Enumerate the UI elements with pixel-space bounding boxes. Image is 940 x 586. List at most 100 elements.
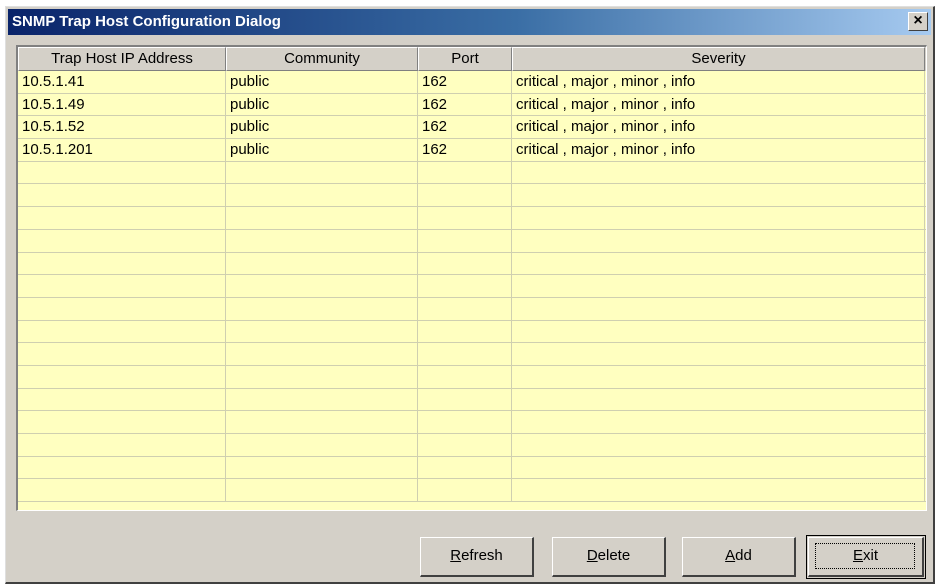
cell-ip: 10.5.1.52	[18, 116, 226, 139]
column-header-community[interactable]: Community	[226, 47, 418, 71]
empty-cell	[418, 161, 512, 184]
dialog-title: SNMP Trap Host Configuration Dialog	[12, 13, 281, 30]
cell-ip: 10.5.1.201	[18, 139, 226, 161]
empty-cell	[226, 456, 418, 479]
empty-table-row	[18, 411, 926, 434]
empty-cell	[226, 184, 418, 207]
empty-table-row	[18, 184, 926, 208]
empty-cell	[418, 297, 512, 320]
empty-table-row	[18, 479, 926, 503]
exit-button-default-frame: Exit	[806, 535, 926, 579]
empty-table-row	[18, 275, 926, 298]
empty-cell	[18, 479, 226, 502]
empty-cell	[512, 479, 925, 502]
refresh-button[interactable]: Refresh	[420, 537, 534, 577]
empty-table-row	[18, 207, 926, 230]
empty-cell	[418, 252, 512, 275]
empty-cell	[226, 320, 418, 343]
exit-button[interactable]: Exit	[808, 537, 924, 577]
empty-cell	[418, 184, 512, 207]
cell-port: 162	[418, 93, 512, 116]
empty-table-row	[18, 456, 926, 480]
refresh-label: efresh	[461, 547, 503, 564]
column-header-port[interactable]: Port	[418, 47, 512, 71]
empty-cell	[226, 411, 418, 433]
empty-cell	[18, 275, 226, 297]
empty-cell	[418, 388, 512, 411]
empty-cell	[418, 365, 512, 388]
empty-table-row	[18, 388, 926, 412]
table-row[interactable]: 10.5.1.41 public 162 critical , major , min…	[18, 71, 926, 94]
empty-cell	[418, 207, 512, 229]
empty-cell	[18, 456, 226, 479]
cell-community: public	[226, 139, 418, 161]
empty-cell	[226, 161, 418, 184]
add-button[interactable]: Add	[682, 537, 796, 577]
empty-cell	[18, 411, 226, 433]
close-button[interactable]: ×	[908, 12, 928, 31]
table-row[interactable]: 10.5.1.201 public 162 critical , major , mi…	[18, 139, 926, 162]
empty-cell	[18, 252, 226, 275]
title-bar[interactable]: SNMP Trap Host Configuration Dialog ×	[8, 9, 931, 35]
empty-cell	[226, 229, 418, 252]
empty-cell	[418, 320, 512, 343]
empty-cell	[18, 388, 226, 411]
empty-cell	[512, 434, 925, 456]
empty-table-row	[18, 297, 926, 321]
empty-cell	[18, 229, 226, 252]
empty-cell	[18, 161, 226, 184]
empty-cell	[226, 297, 418, 320]
empty-cell	[512, 207, 925, 229]
empty-cell	[418, 411, 512, 433]
empty-cell	[418, 479, 512, 502]
empty-cell	[18, 207, 226, 229]
empty-table-row	[18, 343, 926, 366]
empty-table-row	[18, 252, 926, 276]
cell-port: 162	[418, 139, 512, 161]
empty-cell	[512, 275, 925, 297]
empty-cell	[512, 365, 925, 388]
table-row[interactable]: 10.5.1.52 public 162 critical , major , min…	[18, 116, 926, 140]
delete-mnemonic: D	[586, 547, 598, 564]
empty-cell	[226, 434, 418, 456]
empty-cell	[18, 184, 226, 207]
delete-button[interactable]: Delete	[552, 537, 666, 577]
empty-cell	[226, 207, 418, 229]
empty-table-row	[18, 434, 926, 457]
empty-cell	[418, 229, 512, 252]
exit-label: xit	[863, 547, 878, 564]
table-row[interactable]: 10.5.1.49 public 162 critical , major , min…	[18, 93, 926, 117]
column-header-ip[interactable]: Trap Host IP Address	[18, 47, 226, 71]
empty-cell	[512, 456, 925, 479]
column-header-severity[interactable]: Severity	[512, 47, 925, 71]
exit-mnemonic: E	[852, 547, 863, 564]
close-icon: ×	[913, 12, 923, 29]
cell-community: public	[226, 71, 418, 93]
empty-cell	[226, 343, 418, 365]
table-body: 10.5.1.41 public 162 critical , major , min…	[18, 71, 926, 503]
empty-cell	[18, 343, 226, 365]
empty-cell	[512, 320, 925, 343]
empty-cell	[512, 161, 925, 184]
add-mnemonic: A	[725, 547, 736, 564]
empty-cell	[418, 343, 512, 365]
empty-cell	[226, 365, 418, 388]
empty-cell	[512, 388, 925, 411]
empty-table-row	[18, 229, 926, 253]
trap-host-dialog: SNMP Trap Host Configuration Dialog × Tr…	[5, 6, 935, 584]
refresh-mnemonic: R	[450, 547, 462, 564]
empty-cell	[512, 411, 925, 433]
empty-table-row	[18, 365, 926, 389]
empty-cell	[226, 479, 418, 502]
trap-host-table[interactable]: Trap Host IP Address Community Port Seve…	[16, 45, 927, 511]
empty-cell	[512, 297, 925, 320]
empty-cell	[18, 320, 226, 343]
empty-table-row	[18, 320, 926, 344]
empty-cell	[18, 365, 226, 388]
empty-cell	[418, 434, 512, 456]
empty-cell	[226, 252, 418, 275]
cell-port: 162	[418, 71, 512, 93]
empty-cell	[512, 184, 925, 207]
empty-table-row	[18, 161, 926, 185]
cell-severity: critical , major , minor , info	[512, 93, 925, 116]
